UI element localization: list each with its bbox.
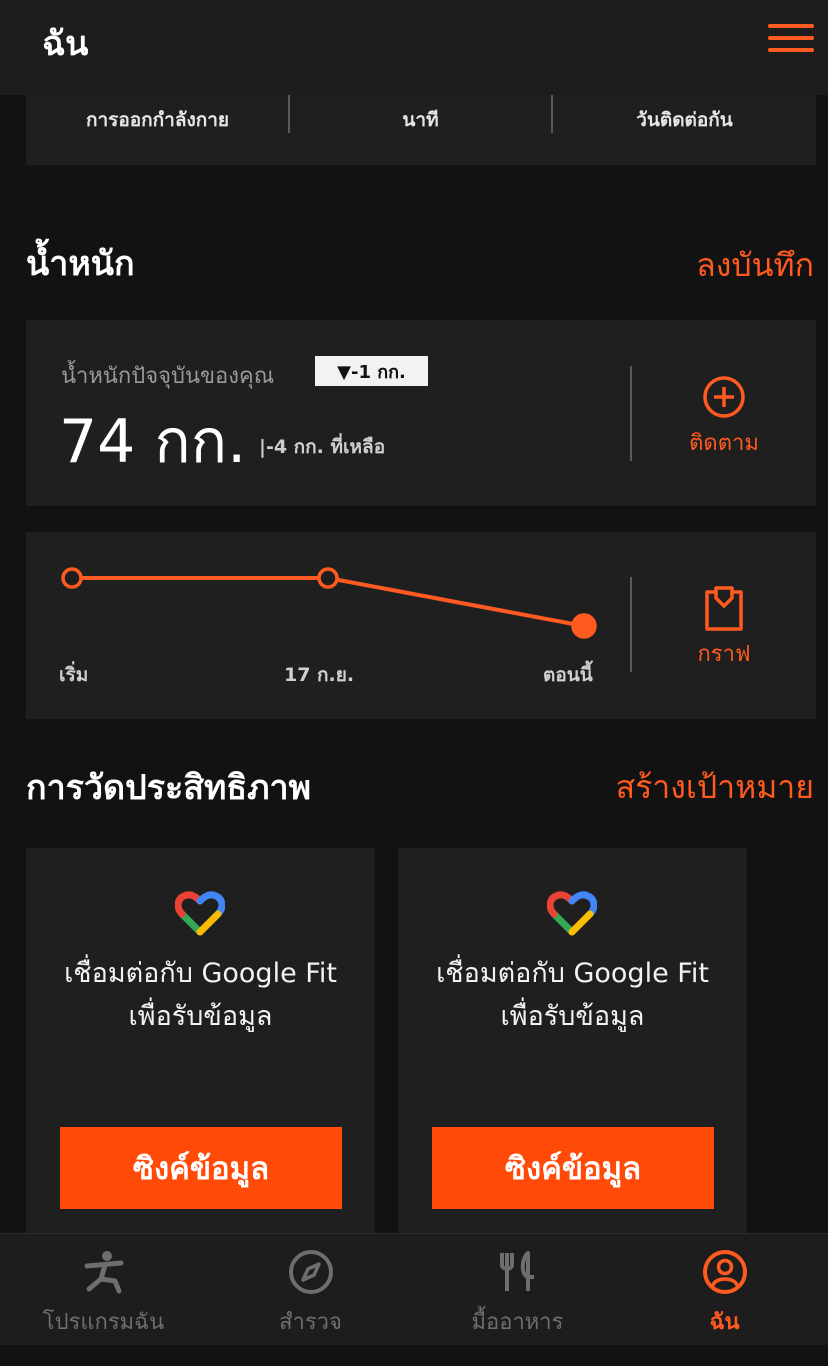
fork-knife-icon: [499, 1251, 534, 1291]
nav-item-me[interactable]: ฉัน: [621, 1234, 828, 1346]
current-weight-card: น้ำหนักปัจจุบันของคุณ ▼-1 กก. 74 กก. |-4…: [26, 320, 816, 506]
google-fit-icon: [175, 891, 225, 936]
log-weight-link[interactable]: ลงบันทึก: [696, 240, 814, 291]
stat-label-streak: วันติดต่อกัน: [636, 109, 733, 131]
weight-chart-card: เริ่ม 17 ก.ย. ตอนนี้ กราฟ: [26, 532, 816, 719]
google-fit-card: เชื่อมต่อกับ Google Fit เพื่อรับข้อมูล ซ…: [398, 848, 747, 1238]
google-fit-message: เชื่อมต่อกับ Google Fit เพื่อรับข้อมูล: [436, 958, 709, 1032]
weight-section-title: น้ำหนัก: [26, 244, 135, 284]
stat-label-workouts: การออกกำลังกาย: [85, 109, 230, 131]
nav-label: ฉัน: [709, 1310, 740, 1335]
weight-line-chart: [61, 567, 597, 639]
clipboard-icon: [705, 586, 743, 631]
page-title: ฉัน: [42, 24, 89, 64]
google-fit-card: เชื่อมต่อกับ Google Fit เพื่อรับข้อมูล ซ…: [26, 848, 375, 1238]
nav-label: มื้ออาหาร: [471, 1310, 564, 1335]
weight-change-badge: ▼-1 กก.: [315, 356, 428, 386]
nav-item-my-program[interactable]: โปรแกรมฉัน: [0, 1234, 207, 1346]
hamburger-menu-icon[interactable]: [764, 22, 816, 54]
workout-icon: [84, 1251, 123, 1294]
activity-stats-card: การออกกำลังกาย นาที วันติดต่อกัน: [26, 95, 816, 165]
google-fit-icon: [547, 891, 597, 936]
performance-section-title: การวัดประสิทธิภาพ: [26, 768, 312, 808]
create-goal-link[interactable]: สร้างเป้าหมาย: [616, 762, 814, 813]
x-tick-sep-17: 17 ก.ย.: [284, 664, 355, 686]
nav-item-meals[interactable]: มื้ออาหาร: [414, 1234, 621, 1346]
graph-button[interactable]: กราฟ: [666, 584, 782, 674]
plus-circle-icon: [703, 376, 745, 418]
profile-icon: [702, 1250, 747, 1294]
nav-label: สำรวจ: [279, 1310, 342, 1335]
sync-data-button[interactable]: ซิงค์ข้อมูล: [432, 1127, 714, 1209]
nav-label: โปรแกรมฉัน: [42, 1310, 165, 1335]
card-divider: [630, 577, 632, 672]
app-header: ฉัน: [0, 0, 828, 95]
google-fit-message: เชื่อมต่อกับ Google Fit เพื่อรับข้อมูล: [64, 958, 337, 1032]
sync-data-button[interactable]: ซิงค์ข้อมูล: [60, 1127, 342, 1209]
weight-point-2: [571, 613, 597, 639]
graph-label: กราฟ: [697, 642, 751, 667]
track-button[interactable]: ติดตาม: [666, 375, 782, 465]
weight-point-1: [317, 567, 339, 589]
stat-label-minutes: นาที: [402, 109, 439, 131]
weight-remaining-text: -4 กก. ที่เหลือ: [265, 436, 386, 458]
x-tick-now: ตอนนี้: [543, 664, 593, 686]
card-divider: [630, 366, 632, 461]
weight-remaining: |-4 กก. ที่เหลือ: [259, 436, 386, 458]
track-label: ติดตาม: [689, 431, 759, 456]
system-gesture-bar: [0, 1345, 828, 1366]
x-tick-start: เริ่ม: [59, 664, 89, 686]
current-weight-value: 74 กก.: [59, 407, 247, 477]
current-weight-label: น้ำหนักปัจจุบันของคุณ: [61, 364, 275, 389]
nav-item-explore[interactable]: สำรวจ: [207, 1234, 414, 1346]
bottom-navigation: โปรแกรมฉัน สำรวจ มื้ออาหาร ฉัน: [0, 1233, 828, 1345]
compass-icon: [288, 1250, 333, 1294]
weight-point-0: [61, 567, 83, 589]
